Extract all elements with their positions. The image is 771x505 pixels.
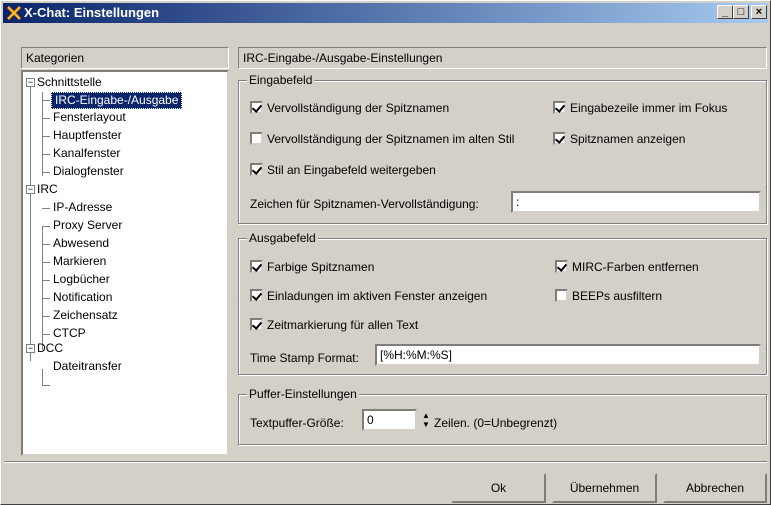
colored-nicks-checkbox[interactable]: Farbige Spitznamen <box>250 260 374 274</box>
spin-down-arrow-icon[interactable]: ▼ <box>422 421 430 429</box>
input-focus-checkbox[interactable]: Eingabezeile immer im Fokus <box>553 101 727 115</box>
settings-section-header: IRC-Eingabe-/Ausgabe-Einstellungen <box>238 47 767 69</box>
tree-group-irc[interactable]: IRC <box>37 182 58 197</box>
spin-up-arrow-icon[interactable]: ▲ <box>422 412 430 420</box>
category-tree[interactable]: − Schnittstelle IRC-Eingabe-/Ausgabe Fen… <box>21 70 229 456</box>
tree-item-ip-adresse[interactable]: IP-Adresse <box>53 200 112 215</box>
tree-item-markieren[interactable]: Markieren <box>53 254 106 269</box>
category-header: Kategorien <box>21 47 229 69</box>
title-bar[interactable]: X-Chat: Einstellungen _ □ × <box>3 3 768 23</box>
apply-button[interactable]: Übernehmen <box>552 473 657 503</box>
buffer-size-suffix: Zeilen. (0=Unbegrenzt) <box>434 416 558 430</box>
checkbox-checked-icon <box>553 101 566 114</box>
timestamp-format-input[interactable]: [%H:%M:%S] <box>375 344 761 366</box>
ok-button[interactable]: Ok <box>451 473 546 503</box>
expand-schnittstelle-icon[interactable]: − <box>26 78 35 87</box>
tree-item-dialogfenster[interactable]: Dialogfenster <box>53 164 124 179</box>
tree-item-irc-eingabe-ausgabe[interactable]: IRC-Eingabe-/Ausgabe <box>51 92 183 109</box>
invites-active-window-checkbox[interactable]: Einladungen im aktiven Fenster anzeigen <box>250 289 487 303</box>
checkbox-unchecked-icon <box>250 132 263 145</box>
tree-item-logbuecher[interactable]: Logbücher <box>53 272 110 287</box>
tree-item-fensterlayout[interactable]: Fensterlayout <box>53 110 126 125</box>
cancel-button[interactable]: Abbrechen <box>663 473 767 503</box>
eingabe-group-title: Eingabefeld <box>247 73 315 87</box>
strip-mirc-colors-checkbox[interactable]: MIRC-Farben entfernen <box>555 260 699 274</box>
completion-char-label: Zeichen für Spitznamen-Vervollständigung… <box>250 197 479 211</box>
checkbox-checked-icon <box>250 101 263 114</box>
tree-item-hauptfenster[interactable]: Hauptfenster <box>53 128 122 143</box>
expand-dcc-icon[interactable]: − <box>26 344 35 353</box>
window-title: X-Chat: Einstellungen <box>24 5 160 20</box>
checkbox-checked-icon <box>250 318 263 331</box>
checkbox-checked-icon <box>250 289 263 302</box>
checkbox-checked-icon <box>555 260 568 273</box>
checkbox-checked-icon <box>250 260 263 273</box>
tree-group-schnittstelle[interactable]: Schnittstelle <box>37 75 102 90</box>
tree-item-abwesend[interactable]: Abwesend <box>53 236 109 251</box>
checkbox-unchecked-icon <box>555 289 568 302</box>
ausgabe-group-title: Ausgabefeld <box>247 231 318 245</box>
old-style-completion-checkbox[interactable]: Vervollständigung der Spitznamen im alte… <box>250 132 514 146</box>
divider-highlight <box>4 462 767 463</box>
tree-item-ctcp[interactable]: CTCP <box>53 326 86 341</box>
minimize-button[interactable]: _ <box>717 5 733 19</box>
close-button[interactable]: × <box>751 5 767 19</box>
buffer-size-input[interactable]: 0 <box>362 409 417 431</box>
tree-item-kanalfenster[interactable]: Kanalfenster <box>53 146 120 161</box>
timestamp-all-text-checkbox[interactable]: Zeitmarkierung für allen Text <box>250 318 418 332</box>
checkbox-checked-icon <box>250 163 263 176</box>
input-style-checkbox[interactable]: Stil an Eingabefeld weitergeben <box>250 163 436 177</box>
show-nicknames-checkbox[interactable]: Spitznamen anzeigen <box>553 132 685 146</box>
tree-item-notification[interactable]: Notification <box>53 290 112 305</box>
xchat-logo-icon <box>6 5 22 21</box>
tree-group-dcc[interactable]: DCC <box>37 341 63 356</box>
tree-item-dateitransfer[interactable]: Dateitransfer <box>53 359 122 374</box>
tree-item-proxy-server[interactable]: Proxy Server <box>53 218 122 233</box>
expand-irc-icon[interactable]: − <box>26 185 35 194</box>
filter-beeps-checkbox[interactable]: BEEPs ausfiltern <box>555 289 662 303</box>
puffer-group-title: Puffer-Einstellungen <box>247 387 359 401</box>
nick-completion-checkbox[interactable]: Vervollständigung der Spitznamen <box>250 101 449 115</box>
maximize-button[interactable]: □ <box>733 5 749 19</box>
tree-item-zeichensatz[interactable]: Zeichensatz <box>53 308 118 323</box>
timestamp-format-label: Time Stamp Format: <box>250 351 359 365</box>
settings-window: X-Chat: Einstellungen _ □ × Kategorien −… <box>0 0 771 505</box>
buffer-size-label: Textpuffer-Größe: <box>250 416 344 430</box>
checkbox-checked-icon <box>553 132 566 145</box>
completion-char-input[interactable]: : <box>511 191 761 213</box>
